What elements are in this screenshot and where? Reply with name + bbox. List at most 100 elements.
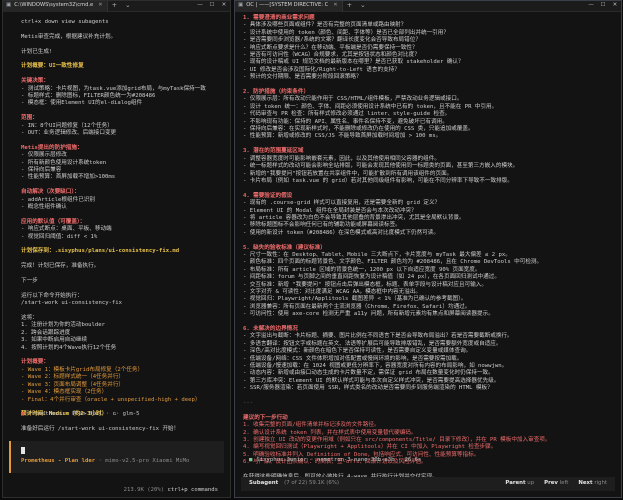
close-icon[interactable]: ✕: [333, 2, 337, 9]
subagent-bar: Subagent (7 of 22) 59.1K (6%) Parent up …: [241, 477, 615, 491]
output-line: - 可访问性：使用 axe-core 检测无严重 a11y 问题，所有新增元素均…: [243, 311, 494, 318]
output-line: 2. 确认设计系统 token 列表，并在样式表中使用变量替代硬编码。: [243, 429, 417, 436]
nav-parent[interactable]: Parent up: [505, 480, 534, 487]
agent-square-icon: ■: [249, 457, 253, 463]
output-line: /start-work ui-consistency-fix: [21, 300, 123, 307]
close-window-button[interactable]: ✕: [609, 2, 621, 9]
subagent-nav: Parent up Prev left Next right: [505, 480, 607, 487]
agent-square-icon: ■: [21, 411, 25, 417]
chevron-down-icon[interactable]: ⌄: [121, 1, 134, 9]
output-line: - 间距标准：forum 与页脚之间的垂直间距恢复为设计稿值（如 24 px），…: [243, 274, 500, 281]
commands-hint[interactable]: ctrl+p commands: [167, 487, 218, 493]
output-line: - 概念性组件确认: [21, 204, 67, 211]
output-line: 运行以下命令开始执行：: [21, 292, 83, 299]
output-line: - addArticle根组件已识别: [21, 196, 95, 203]
status-bar: 213.9K (20%) ctrl+p commands: [124, 487, 218, 494]
output-line: ---: [243, 400, 254, 407]
output-line: - 卡片布局（例如 task.vue 的 grid）若对其他同级组件有影响，可能…: [243, 177, 513, 184]
text-cursor: [21, 447, 25, 454]
output-line: - 现有的设计稿或 UI 规范文档的最新版本在哪里？是否已获取 stakehol…: [243, 59, 464, 66]
output-line: ctrl+x down view subagents: [21, 19, 109, 25]
output-line: - Wave 4：模态框实现（2任务）: [21, 389, 108, 396]
titlebar-left: ▣ C:\WINDOWS\system32\cmd.e ✕ + ⌄ — ☐ ✕: [3, 1, 230, 12]
output-line: 计划概要：: [21, 359, 49, 366]
tab-title: OC | ——[SYSTEM DIRECTIVE: C: [246, 2, 329, 9]
output-line: - 是否需要同步浏览器/系统的文案？翻译长度变化会否导致布局错位？: [243, 37, 421, 44]
chevron-down-icon[interactable]: ⌄: [356, 1, 369, 9]
prompt-input[interactable]: Prometheus - Plan lder · mimo-v2.5-pro X…: [9, 441, 224, 473]
output-line: - 动态内容：新增或由接口动态生成的卡片数量不定，需保证 grid 布局在数量变…: [243, 370, 494, 377]
output-line: - SSR/服务器渲染：若页面使用 SSR，样式类名的改动是否需要同步到服务端渲…: [243, 385, 493, 392]
output-line: 4. 需要验证的假设: [243, 192, 293, 199]
minimize-button[interactable]: —: [194, 2, 206, 9]
close-icon[interactable]: ✕: [98, 2, 102, 9]
agent-tag: ■ Prometheus · Plan Buil · ɢ· glm-5: [21, 411, 140, 417]
output-line: - 响应式断点：桌面、平板、移动端: [21, 226, 112, 233]
output-line: - 移除标题图标不会影响任何已有的辅助功能或屏幕阅读标签。: [243, 222, 401, 229]
output-line: 计划保存到：.sisyphus/plans/ui-consistency-fix…: [21, 248, 180, 255]
model-name: · mimo-v2.5-pro Xiaomi MiMo: [98, 458, 190, 464]
output-line: - 调整容器宽度时可能影响嵌套元素，因此，以及其他使用相同父容器的组件。: [243, 155, 440, 162]
output-line: - 模态框：使用Element UI的el-dialog组件: [21, 100, 143, 107]
output-line: - 文字溢出与截断：卡片标题、摘要、图片比例在不同语言下是否会导致布局溢出？若是…: [243, 333, 513, 340]
output-line: 范围：: [21, 115, 38, 122]
output-line: 计划概要：UI一致性修复: [21, 63, 84, 70]
output-line: 准备好后运行 /start-work ui-consistency-fix 开始…: [21, 426, 180, 433]
subagent-info: (7 of 22) 59.1K (6%): [284, 480, 339, 487]
output-line: - Wave 2：标题样式统一（4任务并行）: [21, 374, 125, 381]
output-line: 关键决策：: [21, 78, 49, 85]
output-line: 完成！计划已保存，准备执行。: [21, 263, 100, 270]
terminal-icon: ▣: [6, 2, 12, 9]
output-line: - 现有的 .course-grid 样式可以直接复用，还是需要全新的 grid…: [243, 200, 441, 207]
tab-oc[interactable]: ▣ OC | ——[SYSTEM DIRECTIVE: C ✕: [235, 1, 343, 12]
output-line: - 仅限展示层修改: [21, 152, 67, 159]
nav-next[interactable]: Next right: [578, 480, 607, 487]
output-line: - 视觉回归：Playwright/Applitools 截图差异 < 1%（基…: [243, 296, 467, 303]
new-tab-button[interactable]: +: [343, 1, 356, 9]
output-line: - Element UI 的 Modal 组件在全局封装是否会与本次改动冲突？: [243, 207, 417, 214]
maximize-button[interactable]: ☐: [206, 2, 218, 9]
close-window-button[interactable]: ✕: [218, 2, 230, 9]
terminal-output: ctrl+x down view subagents Metis审查完成，根据建议…: [21, 19, 224, 434]
output-line: - 所有新颜色使用设计系统token: [21, 159, 107, 166]
output-line: - Final：4个并行审查（oracle + unspecified-high…: [21, 396, 201, 403]
output-line: - 预计的交付期限、是否需要分阶段回滚策略？: [243, 74, 362, 81]
output-line: 5. 缺失的验收标准（建议标准）: [243, 244, 326, 251]
output-line: - 新增的"我要提问"按钮若放置在共享组件中，可能扩散到所有调用该组件的页面。: [243, 170, 453, 177]
subagent-output: 1. 需要澄清的商业需求问题 - 具体涉及哪些页面或组件？是否有完整的页面清单或路…: [243, 15, 613, 481]
terminal-icon: ▣: [238, 2, 244, 9]
desktop: ▣ C:\WINDOWS\system32\cmd.e ✕ + ⌄ — ☐ ✕ …: [0, 0, 623, 500]
output-line: - 代码审查与 PR 检查：所有样式修改必须通过 linter、style-gu…: [243, 111, 451, 118]
output-line: 下一步: [21, 278, 38, 285]
output-line: 4. 编写视觉回归测试（Playwright + Applitools）并在 C…: [243, 444, 497, 451]
subagent-label: Subagent: [249, 480, 279, 487]
tab-cmd[interactable]: ▣ C:\WINDOWS\system32\cmd.e ✕: [3, 1, 108, 12]
output-line: Metis审查完成，根据建议补充计划。: [21, 33, 117, 40]
terminal-window-left: ▣ C:\WINDOWS\system32\cmd.e ✕ + ⌄ — ☐ ✕ …: [2, 0, 231, 498]
output-line: 1. 注册计划为你的活动boulder: [21, 322, 106, 329]
output-line: 1. 收集完整的页面/组件清单并标记涉及的文件路径。: [243, 422, 380, 429]
output-line: - 具体涉及哪些页面或组件？是否有完整的页面清单或路由映射？: [243, 22, 407, 29]
output-line: - 测试策略：卡片视图，为task.vue添加grid布局，与myTask保持一…: [21, 85, 206, 92]
tab-title: C:\WINDOWS\system32\cmd.e: [14, 2, 94, 9]
output-line: - 统一标题样式的改动可能会影响全站排版，可能会发现其他使用同一标题类的页面，甚…: [243, 163, 519, 170]
titlebar-right: ▣ OC | ——[SYSTEM DIRECTIVE: C ✕ + ⌄ — ☐ …: [235, 1, 621, 12]
output-line: 计划已生成!: [21, 48, 53, 55]
maximize-button[interactable]: ☐: [597, 2, 609, 9]
nav-prev[interactable]: Prev left: [544, 480, 568, 487]
new-tab-button[interactable]: +: [108, 1, 121, 9]
minimize-button[interactable]: —: [585, 2, 597, 9]
